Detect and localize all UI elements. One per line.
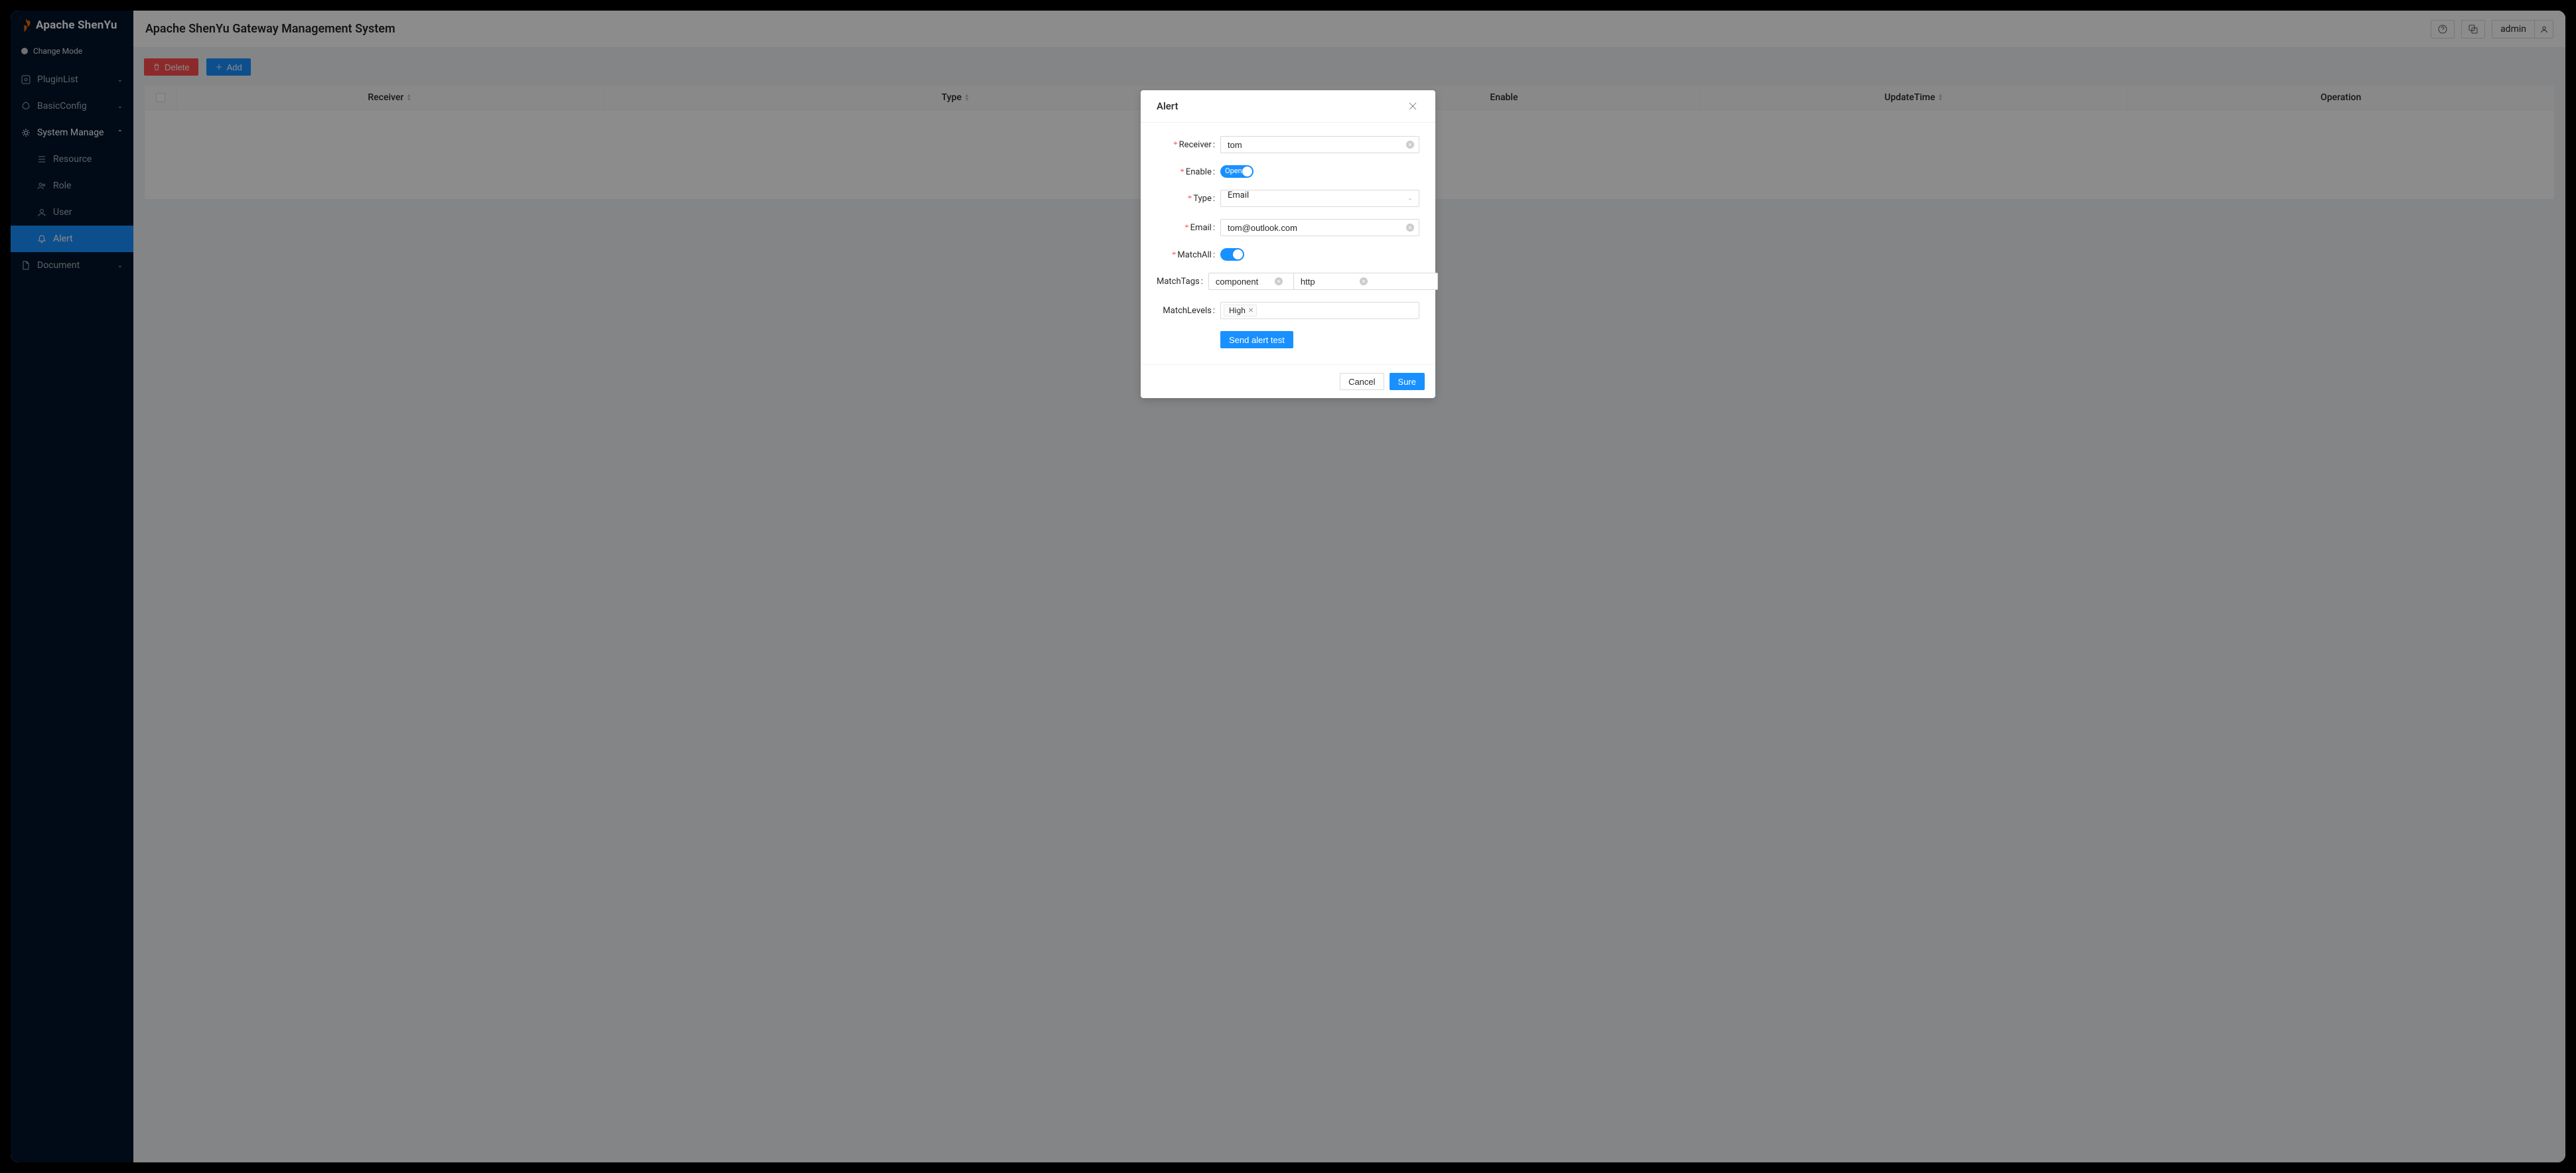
field-matchlevels: MatchLevels High ✕	[1157, 302, 1419, 319]
matchlevels-select[interactable]: High ✕	[1220, 302, 1419, 319]
email-input[interactable]	[1220, 219, 1419, 236]
tag-remove-icon[interactable]: ✕	[1248, 307, 1253, 314]
field-matchtags: MatchTags ✕ ✕ Add Delete	[1157, 273, 1419, 290]
switch-knob-icon	[1233, 249, 1243, 259]
field-receiver: *Receiver ✕	[1157, 136, 1419, 153]
field-matchall: *MatchAll	[1157, 248, 1419, 261]
label-matchlevels: MatchLevels	[1157, 306, 1220, 316]
chevron-down-icon: ⌄	[1407, 195, 1413, 202]
modal-body: *Receiver ✕ *Enable Open	[1141, 123, 1435, 364]
label-type: *Type	[1157, 193, 1220, 204]
field-send-test: x Send alert test	[1157, 331, 1419, 348]
send-alert-test-button[interactable]: Send alert test	[1220, 331, 1293, 348]
button-label: Sure	[1398, 377, 1416, 387]
matchall-switch[interactable]	[1220, 248, 1244, 261]
field-email: *Email ✕	[1157, 219, 1419, 236]
button-label: Cancel	[1348, 377, 1375, 387]
clear-icon[interactable]: ✕	[1406, 141, 1414, 149]
clear-icon[interactable]: ✕	[1406, 224, 1414, 232]
label-receiver: *Receiver	[1157, 139, 1220, 150]
switch-label: Open	[1225, 167, 1242, 175]
label-enable: *Enable	[1157, 167, 1220, 177]
modal-title: Alert	[1157, 100, 1178, 112]
modal-footer: Cancel Sure	[1141, 364, 1435, 398]
close-button[interactable]	[1406, 100, 1419, 113]
label-matchtags: MatchTags	[1157, 277, 1208, 287]
level-tag: High ✕	[1224, 305, 1257, 316]
enable-switch[interactable]: Open	[1220, 165, 1253, 178]
app-window: Apache ShenYu Change Mode PluginList ⌄ B…	[11, 11, 2565, 1162]
tag-label: High	[1229, 306, 1246, 315]
receiver-input[interactable]	[1220, 136, 1419, 153]
select-value: Email	[1228, 190, 1249, 200]
label-matchall: *MatchAll	[1157, 249, 1220, 260]
button-label: Send alert test	[1229, 335, 1285, 345]
field-type: *Type Email ⌄	[1157, 190, 1419, 207]
label-email: *Email	[1157, 222, 1220, 233]
modal-overlay[interactable]: Alert *Receiver ✕ *Enable	[11, 11, 2565, 1162]
close-icon	[1409, 102, 1417, 110]
type-select[interactable]: Email	[1220, 190, 1419, 207]
field-enable: *Enable Open	[1157, 165, 1419, 178]
sure-button[interactable]: Sure	[1390, 373, 1425, 390]
modal-header: Alert	[1141, 90, 1435, 123]
clear-icon[interactable]: ✕	[1360, 277, 1368, 285]
switch-knob-icon	[1242, 167, 1252, 176]
cancel-button[interactable]: Cancel	[1340, 373, 1384, 390]
alert-modal: Alert *Receiver ✕ *Enable	[1141, 90, 1435, 398]
clear-icon[interactable]: ✕	[1275, 277, 1283, 285]
